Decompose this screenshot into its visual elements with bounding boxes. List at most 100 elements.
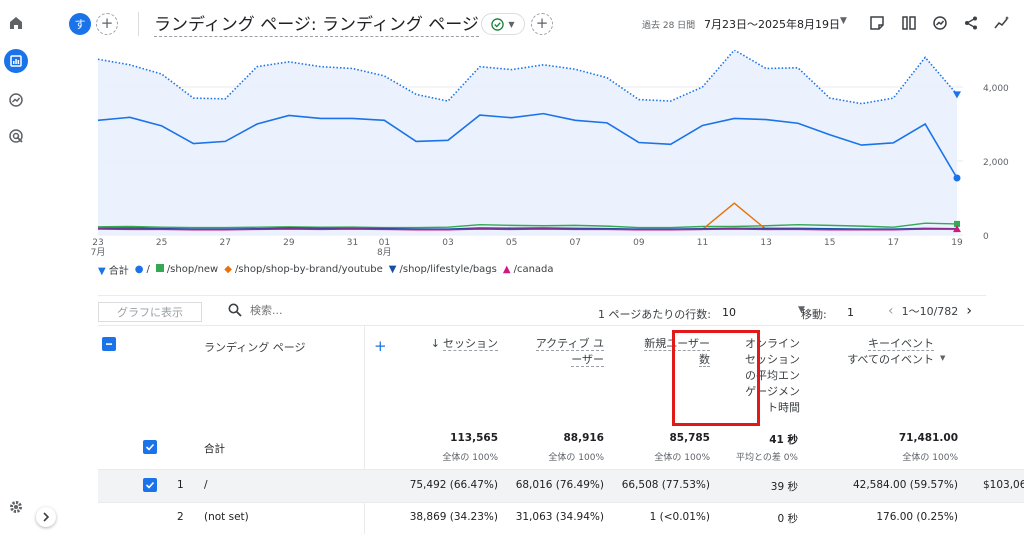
date-range[interactable]: 7月23日～2025年8月19日 (704, 16, 840, 32)
row-landing-page[interactable]: / (204, 479, 208, 491)
row-key-events: 42,584.00 (59.57%) (852, 479, 958, 491)
row-number: 2 (177, 511, 184, 523)
legend-label: 合計 (108, 266, 129, 277)
y-tick-label: 2,000 (983, 158, 1009, 168)
legend-item-total[interactable]: ▼ 合計 (98, 262, 129, 277)
data-table: ランディング ページ + ↓ セッション アクティブ ユ ーザー 新規ユーザー 数… (98, 325, 1024, 534)
settings-gear-icon[interactable] (4, 495, 28, 519)
legend-item-shop-new[interactable]: /shop/new (155, 264, 219, 275)
row-active-users: 31,063 (34.94%) (515, 511, 604, 523)
row-engagement-time: 39 秒 (770, 481, 798, 493)
totals-label: 合計 (204, 443, 225, 455)
root-end-marker (953, 174, 961, 182)
add-dimension-button[interactable]: + (374, 337, 387, 355)
goto-label: 移動: (801, 308, 827, 321)
sparkline-insights-icon[interactable] (993, 14, 1011, 32)
status-chip[interactable]: ▼ (481, 13, 525, 35)
row-number: 1 (177, 479, 184, 491)
legend-label: / (146, 264, 150, 275)
y-tick-label: 0 (983, 232, 989, 242)
x-tick-label: 25 (156, 238, 167, 248)
row-sessions: 38,869 (34.23%) (409, 511, 498, 523)
date-chevron-down-icon[interactable]: ▼ (840, 16, 847, 26)
col-header-label: アクティブ ユ (535, 337, 604, 351)
row-divider (98, 502, 1024, 503)
row-revenue: $103,068 (983, 479, 1024, 491)
row-sessions: 75,492 (66.47%) (409, 479, 498, 491)
add-filter-button[interactable]: + (531, 13, 553, 35)
add-comparison-button[interactable]: + (96, 13, 118, 35)
next-page-icon[interactable]: › (966, 303, 972, 319)
col-header-label: ランディング ページ (204, 341, 306, 354)
total-sessions: 113,565 (450, 432, 498, 444)
total-sessions-sub: 全体の 100% (442, 453, 498, 463)
col-header-key-events[interactable]: キーイベント すべてのイベント (838, 336, 934, 368)
total-active-users: 88,916 (563, 432, 604, 444)
totals-checkbox[interactable] (143, 440, 157, 454)
row-new-users: 66,508 (77.53%) (621, 479, 710, 491)
total-area (98, 50, 957, 235)
col-header-label: ーザー (571, 353, 604, 367)
prev-page-icon[interactable]: ‹ (888, 303, 894, 319)
legend-item-root[interactable]: ● / (135, 264, 150, 275)
insights-icon[interactable] (931, 14, 949, 32)
total-active-users-sub: 全体の 100% (548, 453, 604, 463)
home-icon[interactable] (4, 11, 28, 35)
key-event-select[interactable]: すべてのイベント (847, 353, 934, 366)
total-engagement-time: 41 秒 (769, 434, 798, 446)
series-line-5 (97, 228, 957, 231)
x-tick-label: 29 (283, 238, 295, 248)
legend-item-canada[interactable]: ▲/canada (503, 264, 554, 275)
key-event-chevron-down-icon[interactable]: ▼ (940, 354, 945, 362)
x-tick-label: 11 (697, 238, 708, 248)
x-tick-label: 09 (633, 238, 645, 248)
rows-per-page-select[interactable]: 10 (722, 306, 736, 319)
total-new-users-sub: 全体の 100% (654, 453, 710, 463)
legend-label: /shop/shop-by-brand/youtube (234, 264, 383, 275)
row-new-users: 1 (<0.01%) (649, 511, 710, 523)
comparison-avatar[interactable]: す (69, 13, 91, 35)
line-chart: 4,000 2,000 0 23 7月 25 27 29 31 01 8月 03 05 07 09 11 13 1… (40, 50, 1024, 260)
pagination: ‹ 1〜10/782 › (888, 303, 972, 319)
plot-rows-button[interactable]: グラフに表示 (98, 302, 202, 322)
x-tick-label: 01 (379, 238, 390, 248)
select-all-checkbox[interactable] (102, 337, 116, 351)
date-preset[interactable]: 過去 28 日間 (642, 18, 695, 31)
x-tick-label: 13 (760, 238, 771, 248)
legend-item-youtube[interactable]: ◆/shop/shop-by-brand/youtube (224, 264, 383, 275)
row-landing-page[interactable]: (not set) (204, 511, 249, 523)
legend-label: /shop/new (166, 264, 219, 275)
x-tick-label: 19 (951, 238, 963, 248)
col-header-active-users[interactable]: アクティブ ユ ーザー (508, 336, 604, 368)
total-key-events: 71,481.00 (898, 432, 958, 444)
main-content: す + ランディング ページ: ランディング ページ ▼ + 過去 28 日間 … (40, 0, 1024, 534)
sort-arrow-down-icon: ↓ (430, 337, 440, 350)
goto-input[interactable]: 1 (847, 306, 854, 319)
row-engagement-time: 0 秒 (777, 513, 798, 525)
x-tick-sublabel: 7月 (91, 247, 106, 258)
row-key-events: 176.00 (0.25%) (876, 511, 958, 523)
col-header-sessions[interactable]: ↓ セッション (398, 336, 498, 352)
explore-icon[interactable] (4, 88, 28, 112)
x-tick-label: 23 (92, 238, 103, 248)
check-circle-icon (491, 17, 505, 31)
reports-icon[interactable] (4, 49, 28, 73)
search-input[interactable] (250, 303, 370, 317)
x-tick-label: 15 (824, 238, 835, 248)
col-header-landing-page[interactable]: ランディング ページ (204, 340, 306, 356)
search-box[interactable] (228, 303, 370, 317)
nav-rail (0, 0, 32, 533)
advertising-icon[interactable] (4, 124, 28, 148)
share-icon[interactable] (962, 14, 980, 32)
customize-report-icon[interactable] (900, 14, 918, 32)
highlight-box (672, 330, 760, 426)
chart-legend: ▼ 合計 ● / /shop/new ◆/shop/shop-by-brand/yo… (98, 262, 554, 277)
row-active-users: 68,016 (76.49%) (515, 479, 604, 491)
x-tick-label: 07 (569, 238, 580, 248)
legend-item-bags[interactable]: ▼/shop/lifestyle/bags (389, 264, 497, 275)
row-checkbox[interactable] (143, 478, 157, 492)
edit-comparison-icon[interactable] (868, 14, 886, 32)
header-divider (138, 12, 139, 36)
chevron-down-icon: ▼ (508, 19, 515, 29)
page-range: 1〜10/782 (901, 305, 959, 318)
